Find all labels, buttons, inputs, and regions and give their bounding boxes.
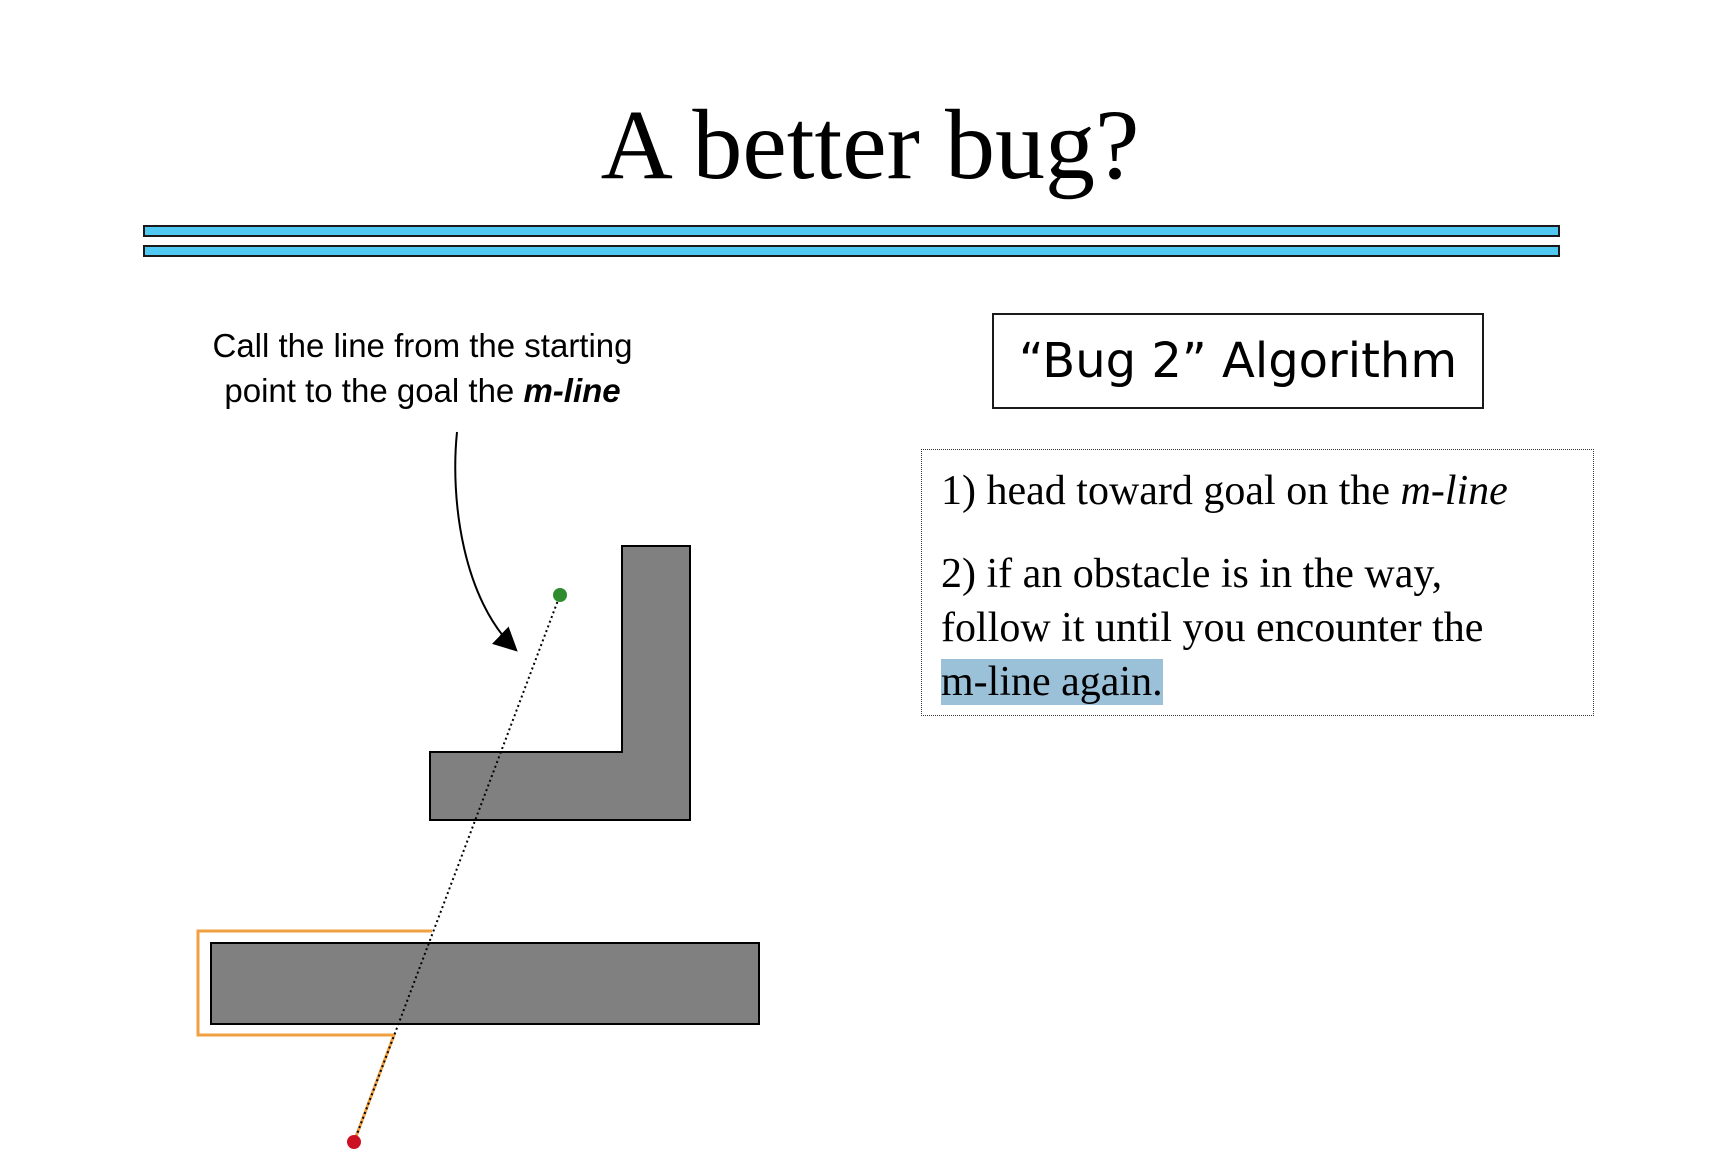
step-2-line-1: 2) if an obstacle is in the way, bbox=[941, 551, 1443, 597]
rect-obstacle bbox=[210, 942, 760, 1025]
callout-arrow bbox=[454, 431, 518, 652]
algorithm-step-2: 2) if an obstacle is in the way, follow … bbox=[941, 547, 1593, 709]
goal-point-icon bbox=[553, 588, 567, 602]
step-2-period: . bbox=[1152, 659, 1163, 705]
algorithm-title-box: “Bug 2” Algorithm bbox=[992, 313, 1484, 409]
step-2-line-2: follow it until you encounter the bbox=[941, 605, 1484, 651]
step-2-highlighted-text: m-line again. bbox=[941, 659, 1163, 705]
l-shaped-obstacle bbox=[429, 545, 691, 821]
algorithm-steps-box: 1) head toward goal on the m-line 2) if … bbox=[921, 449, 1594, 716]
start-point-icon bbox=[347, 1135, 361, 1149]
step-1-m-line-term: m-line bbox=[1400, 468, 1508, 514]
algorithm-step-1: 1) head toward goal on the m-line bbox=[941, 466, 1593, 516]
step-1-text: 1) head toward goal on the bbox=[941, 468, 1401, 514]
slide: A better bug? Call the line from the sta… bbox=[0, 0, 1722, 1166]
algorithm-title: “Bug 2” Algorithm bbox=[1018, 333, 1458, 389]
step-2-highlight-words: m-line again bbox=[941, 659, 1153, 705]
